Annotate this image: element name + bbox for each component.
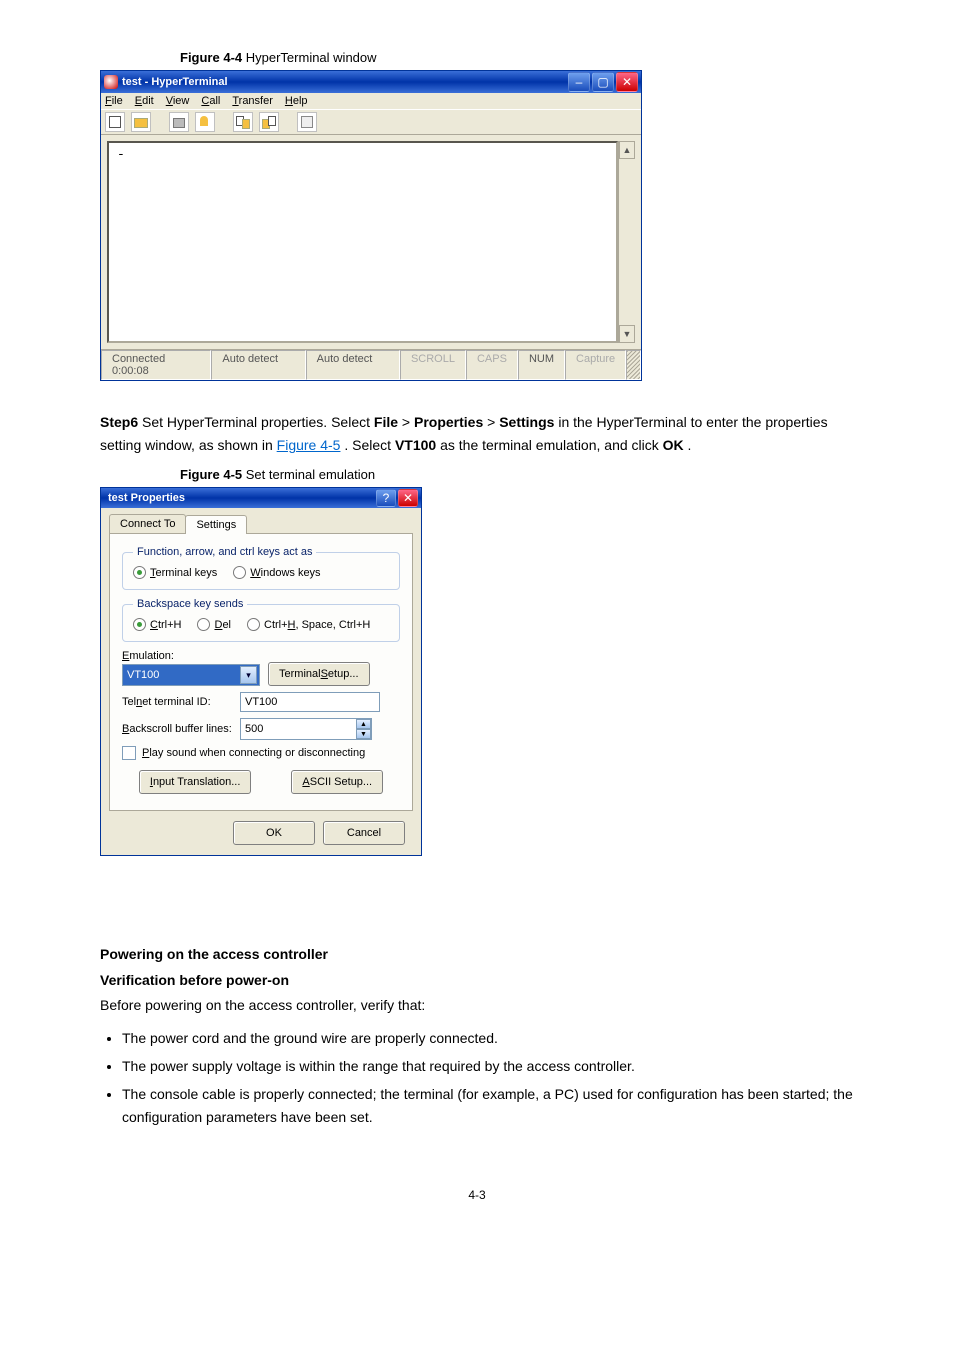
receive-icon[interactable]	[259, 112, 279, 132]
seq-file: File	[374, 414, 398, 430]
help-button[interactable]: ?	[376, 489, 396, 507]
scroll-up-icon[interactable]: ▲	[619, 141, 635, 159]
send-icon[interactable]	[233, 112, 253, 132]
radio-windows-keys[interactable]: Windows keys	[233, 566, 320, 579]
maximize-button[interactable]: ▢	[592, 72, 614, 92]
backscroll-label: Backscroll buffer lines:	[122, 723, 232, 735]
vt100-text: VT100	[395, 437, 436, 453]
seq-properties: Properties	[414, 414, 483, 430]
group1-legend: Function, arrow, and ctrl keys act as	[133, 546, 316, 558]
backspace-group: Backspace key sends Ctrl+H Del Ctrl+H, S…	[122, 598, 400, 642]
print-icon[interactable]	[169, 112, 189, 132]
verify-list: The power cord and the ground wire are p…	[100, 1027, 854, 1129]
terminal-setup-button[interactable]: Terminal Setup...	[268, 662, 370, 686]
close-button[interactable]: ✕	[616, 72, 638, 92]
figure-link[interactable]: Figure 4-5	[277, 437, 341, 453]
status-scroll: SCROLL	[400, 350, 466, 380]
tabs: Connect To Settings	[109, 514, 413, 533]
properties-dialog: test Properties ? ✕ Connect To Settings …	[100, 487, 422, 856]
step6-prefix: Step6	[100, 414, 138, 430]
hyperterminal-window: test - HyperTerminal ‒ ▢ ✕ File Edit Vie…	[100, 70, 642, 381]
scroll-down-icon[interactable]: ▼	[619, 325, 635, 343]
menubar: File Edit View Call Transfer Help	[101, 93, 641, 109]
menu-view[interactable]: View	[166, 95, 190, 107]
verify-subheading: Verification before power-on	[100, 972, 854, 988]
radio-del[interactable]: Del	[197, 618, 231, 631]
radio-terminal-keys[interactable]: Terminal keys	[133, 566, 217, 579]
bullet-1: The power cord and the ground wire are p…	[122, 1027, 854, 1049]
verify-intro: Before powering on the access controller…	[100, 994, 854, 1016]
spin-up-icon[interactable]: ▲	[356, 719, 371, 729]
seq-settings: Settings	[499, 414, 554, 430]
settings-panel: Function, arrow, and ctrl keys act as Te…	[109, 533, 413, 811]
statusbar: Connected 0:00:08 Auto detect Auto detec…	[101, 349, 641, 380]
group2-legend: Backspace key sends	[133, 598, 247, 610]
status-num: NUM	[518, 350, 565, 380]
titlebar: test - HyperTerminal ‒ ▢ ✕	[101, 71, 641, 93]
status-capture: Capture	[565, 350, 626, 380]
resize-grip-icon[interactable]	[626, 350, 641, 380]
figure1-text: HyperTerminal window	[246, 50, 377, 65]
status-autodetect2: Auto detect	[306, 350, 400, 380]
step6-paragraph: Step6 Set HyperTerminal properties. Sele…	[100, 411, 854, 457]
bullet-2: The power supply voltage is within the r…	[122, 1055, 854, 1077]
properties-icon[interactable]	[297, 112, 317, 132]
window-title: test - HyperTerminal	[122, 76, 568, 88]
terminal-content: -	[117, 147, 125, 162]
figure2-text: Set terminal emulation	[246, 467, 375, 482]
toolbar	[101, 109, 641, 135]
menu-file[interactable]: File	[105, 95, 123, 107]
dialog-title: test Properties	[104, 492, 374, 504]
figure1-prefix: Figure 4-4	[180, 50, 242, 65]
terminal-area[interactable]: -	[107, 141, 618, 343]
minimize-button[interactable]: ‒	[568, 72, 590, 92]
tab-settings[interactable]: Settings	[185, 515, 247, 534]
tab-connect-to[interactable]: Connect To	[109, 514, 186, 533]
figure2-caption: Figure 4-5 Set terminal emulation	[180, 467, 854, 482]
close-button[interactable]: ✕	[398, 489, 418, 507]
menu-help[interactable]: Help	[285, 95, 308, 107]
cancel-button[interactable]: Cancel	[323, 821, 405, 845]
telnet-id-label: Telnet terminal ID:	[122, 696, 232, 708]
input-translation-button[interactable]: Input Translation...	[139, 770, 252, 794]
new-icon[interactable]	[105, 112, 125, 132]
radio-ctrl-h[interactable]: Ctrl+H	[133, 618, 181, 631]
ok-button[interactable]: OK	[233, 821, 315, 845]
app-icon	[104, 75, 118, 89]
call-icon[interactable]	[195, 112, 215, 132]
menu-edit[interactable]: Edit	[135, 95, 154, 107]
ascii-setup-button[interactable]: ASCII Setup...	[291, 770, 383, 794]
emulation-value: VT100	[127, 669, 159, 681]
figure2-prefix: Figure 4-5	[180, 467, 242, 482]
menu-call[interactable]: Call	[201, 95, 220, 107]
open-icon[interactable]	[131, 112, 151, 132]
emulation-select[interactable]: VT100 ▾	[122, 664, 260, 686]
spin-down-icon[interactable]: ▼	[356, 729, 371, 739]
backscroll-spinner[interactable]: 500 ▲ ▼	[240, 718, 372, 740]
page-number: 4-3	[100, 1188, 854, 1202]
figure1-caption: Figure 4-4 HyperTerminal window	[180, 50, 854, 65]
status-autodetect1: Auto detect	[211, 350, 305, 380]
bullet-3: The console cable is properly connected;…	[122, 1083, 854, 1128]
status-connected: Connected 0:00:08	[101, 350, 211, 380]
status-caps: CAPS	[466, 350, 518, 380]
ok-text: OK	[663, 437, 684, 453]
vertical-scrollbar[interactable]: ▲ ▼	[618, 141, 635, 343]
telnet-id-input[interactable]: VT100	[240, 692, 380, 712]
dropdown-icon[interactable]: ▾	[240, 666, 257, 684]
radio-ctrl-h-space[interactable]: Ctrl+H, Space, Ctrl+H	[247, 618, 370, 631]
emulation-label: Emulation:	[122, 650, 260, 662]
powering-on-heading: Powering on the access controller	[100, 946, 854, 962]
play-sound-checkbox[interactable]: Play sound when connecting or disconnect…	[122, 746, 400, 760]
function-keys-group: Function, arrow, and ctrl keys act as Te…	[122, 546, 400, 590]
menu-transfer[interactable]: Transfer	[232, 95, 273, 107]
